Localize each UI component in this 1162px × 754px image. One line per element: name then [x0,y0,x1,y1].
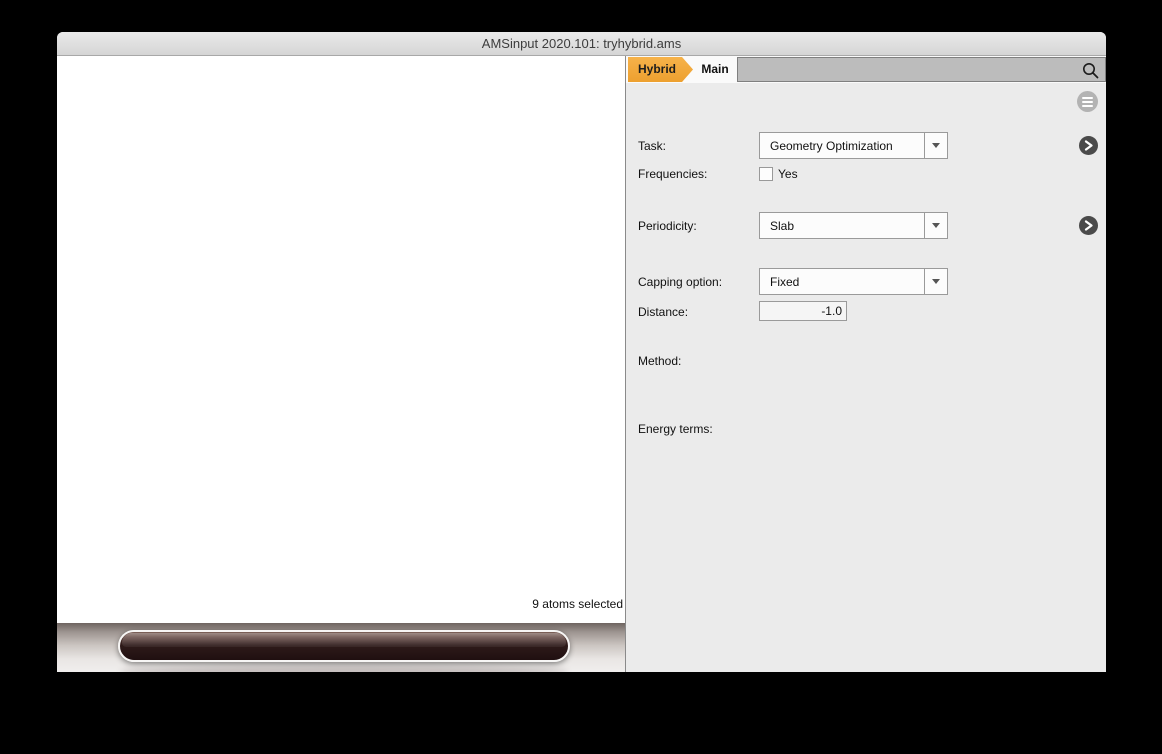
panel-body: Task: Geometry Optimization Frequencies:… [626,83,1106,651]
method-label: Method: [638,354,681,368]
page-tab-hybrid[interactable]: Hybrid [628,57,693,82]
task-label: Task: [638,139,666,153]
molecule-structure[interactable] [57,56,625,623]
toolbar-dock [57,623,625,672]
panel-tabbar: Hybrid Main [626,56,1106,83]
capping-value: Fixed [760,275,924,289]
search-icon[interactable] [1082,62,1099,79]
periodicity-detail-button[interactable] [1079,216,1098,235]
minimize-button[interactable] [85,37,98,50]
periodicity-value: Slab [760,219,924,233]
molecule-viewport[interactable]: 9 atoms selected [57,56,625,672]
capping-dropdown[interactable]: Fixed [759,268,948,295]
dropdown-arrow-icon [924,269,947,294]
amsinput-window: AMSinput 2020.101: tryhybrid.ams 9 atoms… [57,32,1106,672]
input-panel: Hybrid Main Task: Geometry Optimization [625,56,1106,672]
dropdown-arrow-icon [924,133,947,158]
frequencies-label: Frequencies: [638,167,707,181]
toolbar-reflection [120,666,568,672]
tab-main[interactable]: Main [694,57,736,82]
tab-strip [737,57,1106,82]
close-button[interactable] [64,37,77,50]
dropdown-arrow-icon [924,213,947,238]
distance-label: Distance: [638,305,688,319]
window-title: AMSinput 2020.101: tryhybrid.ams [482,36,681,51]
energy-terms-label: Energy terms: [638,422,713,436]
window-titlebar[interactable]: AMSinput 2020.101: tryhybrid.ams [57,32,1106,56]
frequencies-option-label: Yes [778,167,798,181]
distance-input[interactable]: -1.0 [759,301,847,321]
capping-option-label: Capping option: [638,275,722,289]
periodicity-label: Periodicity: [638,219,697,233]
task-detail-button[interactable] [1079,136,1098,155]
task-value: Geometry Optimization [760,139,924,153]
periodicity-dropdown[interactable]: Slab [759,212,948,239]
selection-status: 9 atoms selected [532,597,623,611]
frequencies-checkbox[interactable] [759,167,773,181]
task-dropdown[interactable]: Geometry Optimization [759,132,948,159]
zoom-button[interactable] [106,37,119,50]
region-tabbar [626,651,1106,672]
panel-menu-button[interactable] [1077,91,1098,112]
atom-toolbar [118,630,570,662]
